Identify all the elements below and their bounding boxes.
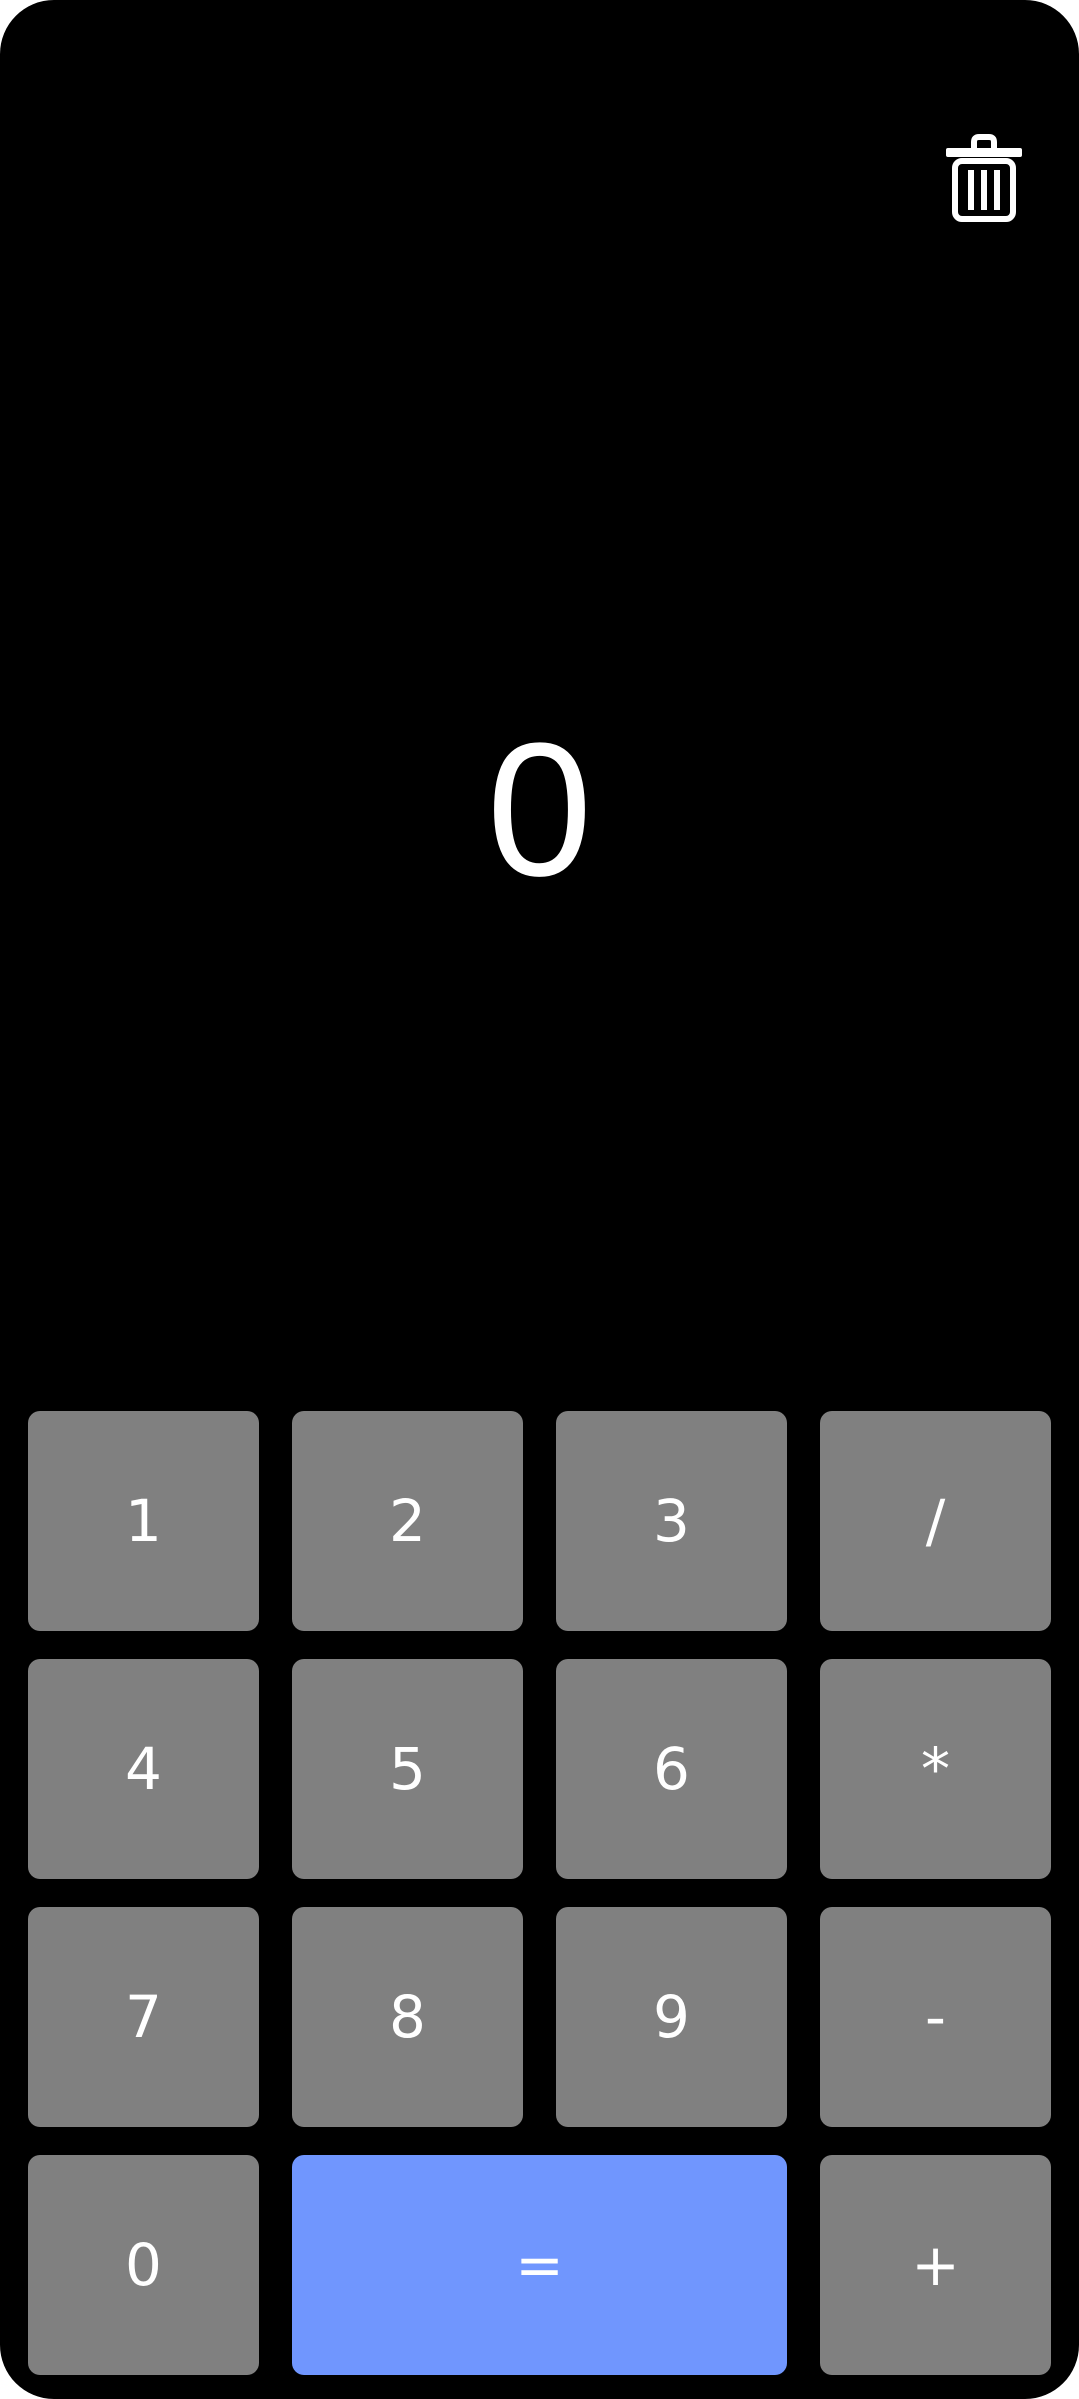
key-1[interactable]: 1 <box>28 1411 259 1631</box>
key-0[interactable]: 0 <box>28 2155 259 2375</box>
key-add[interactable]: + <box>820 2155 1051 2375</box>
key-6[interactable]: 6 <box>556 1659 787 1879</box>
key-4[interactable]: 4 <box>28 1659 259 1879</box>
key-7[interactable]: 7 <box>28 1907 259 2127</box>
key-multiply[interactable]: * <box>820 1659 1051 1879</box>
key-9[interactable]: 9 <box>556 1907 787 2127</box>
key-subtract[interactable]: - <box>820 1907 1051 2127</box>
trash-icon[interactable] <box>944 134 1024 224</box>
calculator-screen: 0 1 2 3 / 4 5 6 * 7 8 9 - 0 = + <box>0 0 1079 2399</box>
key-3[interactable]: 3 <box>556 1411 787 1631</box>
key-5[interactable]: 5 <box>292 1659 523 1879</box>
result-display: 0 <box>486 704 593 916</box>
key-divide[interactable]: / <box>820 1411 1051 1631</box>
key-8[interactable]: 8 <box>292 1907 523 2127</box>
keypad: 1 2 3 / 4 5 6 * 7 8 9 - 0 = + <box>28 1411 1052 2375</box>
key-2[interactable]: 2 <box>292 1411 523 1631</box>
equals-button[interactable]: = <box>292 2155 787 2375</box>
